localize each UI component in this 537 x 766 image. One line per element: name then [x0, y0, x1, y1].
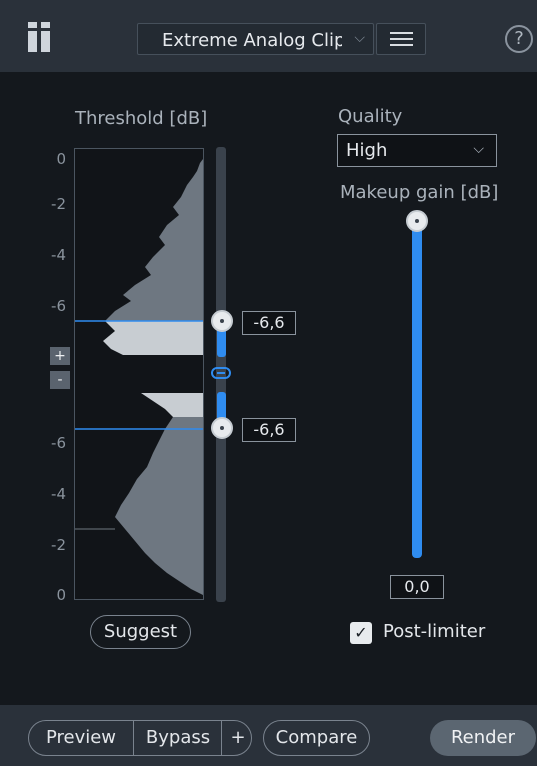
scale-tick: 0 [56, 586, 66, 604]
scale-tick: -4 [51, 246, 66, 264]
preset-name: Extreme Analog Clipp [162, 30, 342, 51]
makeup-gain-slider[interactable] [412, 218, 422, 558]
post-limiter-checkbox[interactable]: ✓ [350, 622, 372, 644]
makeup-gain-handle[interactable] [406, 210, 428, 232]
suggest-button[interactable]: Suggest [90, 615, 191, 649]
histogram-graph [75, 159, 203, 595]
preset-selector[interactable]: Extreme Analog Clipp ⌵ [137, 23, 374, 55]
link-icon[interactable] [211, 367, 231, 379]
lower-threshold-handle[interactable] [211, 417, 233, 439]
bypass-button[interactable]: Bypass [133, 721, 222, 755]
amplitude-histogram [74, 148, 204, 600]
compare-button[interactable]: Compare [263, 720, 370, 756]
upper-threshold-handle[interactable] [211, 310, 233, 332]
add-button[interactable]: + [221, 721, 251, 755]
lower-threshold-value[interactable]: -6,6 [242, 418, 296, 442]
render-button[interactable]: Render [430, 720, 536, 756]
scale-tick: 0 [56, 150, 66, 168]
help-button[interactable]: ? [505, 25, 533, 53]
post-limiter-label: Post-limiter [383, 621, 486, 642]
plugin-window: Extreme Analog Clipp ⌵ ? Threshold [dB] … [0, 0, 537, 766]
header-bar: Extreme Analog Clipp ⌵ ? [0, 0, 537, 72]
chevron-down-icon: ⌵ [354, 30, 365, 46]
upper-threshold-value[interactable]: -6,6 [242, 311, 296, 335]
quality-label: Quality [338, 106, 403, 127]
quality-selected: High [346, 140, 388, 161]
makeup-gain-label: Makeup gain [dB] [340, 182, 499, 203]
scale-tick: -2 [51, 195, 66, 213]
preview-bypass-group: Preview Bypass + [28, 720, 252, 756]
threshold-decrease-button[interactable]: - [50, 371, 70, 389]
quality-dropdown[interactable]: High ⌵ [337, 134, 497, 167]
preset-menu-button[interactable] [376, 23, 426, 55]
makeup-gain-value[interactable]: 0,0 [390, 575, 444, 599]
threshold-label: Threshold [dB] [75, 108, 208, 129]
scale-tick: -2 [51, 536, 66, 554]
preview-button[interactable]: Preview [29, 721, 133, 755]
izotope-logo-icon [28, 22, 52, 52]
chevron-down-icon: ⌵ [473, 141, 484, 157]
scale-tick: -6 [51, 297, 66, 315]
scale-tick: -4 [51, 485, 66, 503]
scale-tick: -6 [51, 434, 66, 452]
threshold-increase-button[interactable]: + [50, 347, 70, 365]
